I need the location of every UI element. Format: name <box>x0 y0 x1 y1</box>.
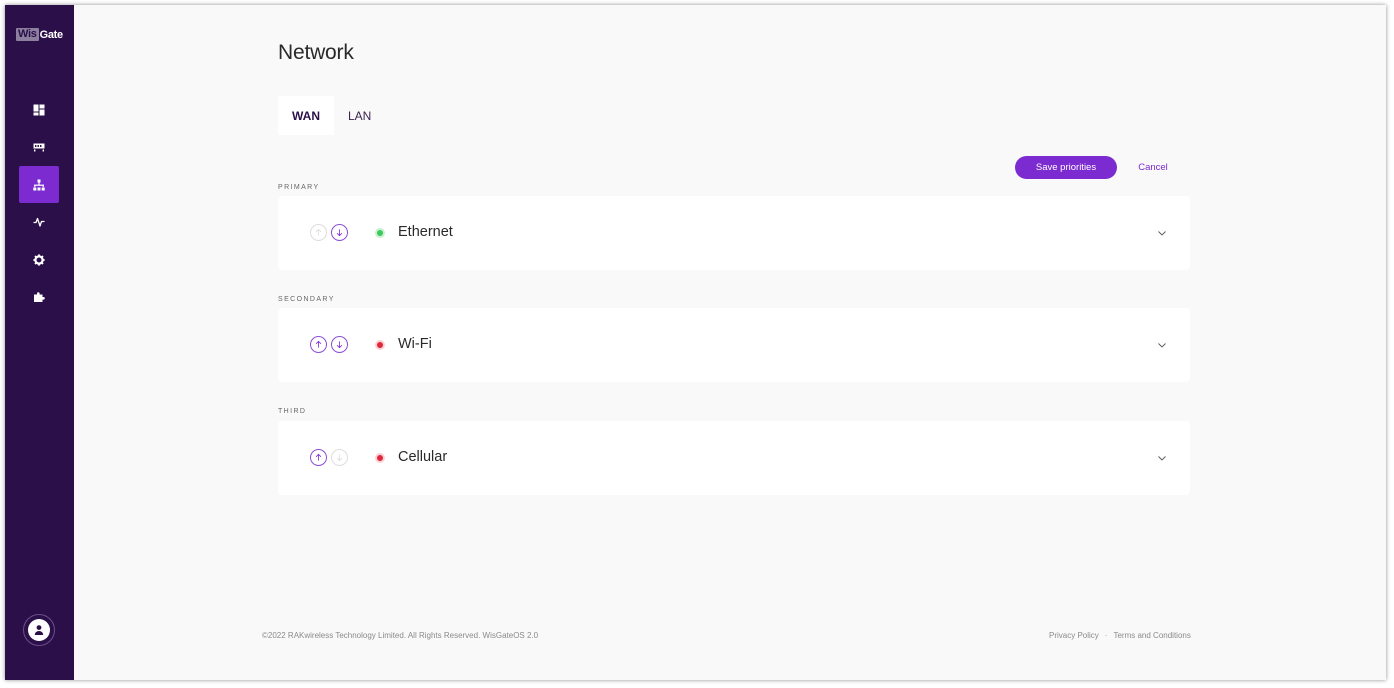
arrow-up-icon <box>315 340 322 348</box>
status-indicator <box>375 340 385 350</box>
footer-links: Privacy Policy · Terms and Conditions <box>1049 631 1191 640</box>
logo-suffix: Gate <box>39 28 64 41</box>
sidebar-item-network[interactable] <box>19 166 59 203</box>
page-title: Network <box>278 41 354 64</box>
sidebar-item-activity[interactable] <box>19 203 59 240</box>
move-up-button[interactable] <box>310 449 327 466</box>
app-window: Wis Gate Network WAN LAN Save priorities… <box>5 5 1386 680</box>
tab-wan[interactable]: WAN <box>278 96 334 135</box>
arrow-down-icon <box>336 454 343 462</box>
move-down-button[interactable] <box>331 224 348 241</box>
interface-name: Wi-Fi <box>398 336 432 352</box>
arrow-down-icon <box>336 341 343 349</box>
priority-controls <box>310 449 348 466</box>
move-up-button[interactable] <box>310 336 327 353</box>
logo-prefix: Wis <box>16 28 39 41</box>
arrow-up-icon <box>315 228 322 236</box>
chevron-down-icon[interactable] <box>1156 227 1168 239</box>
extensions-icon <box>34 291 45 302</box>
chevron-down-icon[interactable] <box>1156 452 1168 464</box>
arrow-up-icon <box>315 453 322 461</box>
section-label-secondary: SECONDARY <box>278 296 335 303</box>
save-priorities-button[interactable]: Save priorities <box>1015 156 1117 179</box>
sidebar-item-gateway[interactable] <box>19 128 59 165</box>
privacy-policy-link[interactable]: Privacy Policy <box>1049 631 1099 640</box>
priority-controls <box>310 224 348 241</box>
network-icon <box>33 179 45 190</box>
profile-button[interactable] <box>23 614 55 646</box>
move-down-button[interactable] <box>331 449 348 466</box>
footer-copyright: ©2022 RAKwireless Technology Limited. Al… <box>262 631 539 640</box>
move-up-button[interactable] <box>310 224 327 241</box>
main-content: Network WAN LAN Save priorities Cancel P… <box>74 5 1386 680</box>
settings-icon <box>33 253 45 266</box>
interface-card-wifi[interactable]: Wi-Fi <box>278 308 1190 382</box>
arrow-down-icon <box>336 229 343 237</box>
tab-bar: WAN LAN <box>278 96 385 135</box>
dashboard-icon <box>33 104 45 115</box>
sidebar-item-extensions[interactable] <box>19 278 59 315</box>
cancel-button[interactable]: Cancel <box>1132 156 1174 179</box>
footer-separator: · <box>1104 631 1108 640</box>
interface-card-cellular[interactable]: Cellular <box>278 421 1190 495</box>
terms-link[interactable]: Terms and Conditions <box>1113 631 1190 640</box>
section-label-third: THIRD <box>278 408 307 415</box>
interface-card-ethernet[interactable]: Ethernet <box>278 196 1190 270</box>
user-icon <box>34 625 44 635</box>
chevron-down-icon[interactable] <box>1156 339 1168 351</box>
logo: Wis Gate <box>16 28 63 41</box>
interface-name: Cellular <box>398 449 448 465</box>
sidebar-item-dashboard[interactable] <box>19 91 59 128</box>
tab-lan[interactable]: LAN <box>334 96 385 135</box>
gateway-icon <box>33 143 45 151</box>
status-indicator <box>375 228 385 238</box>
avatar <box>28 619 50 641</box>
status-indicator <box>375 453 385 463</box>
section-label-primary: PRIMARY <box>278 184 320 191</box>
priority-controls <box>310 336 348 353</box>
sidebar-item-settings[interactable] <box>19 241 59 278</box>
activity-icon <box>33 217 45 227</box>
move-down-button[interactable] <box>331 336 348 353</box>
sidebar: Wis Gate <box>5 5 74 680</box>
interface-name: Ethernet <box>398 224 453 240</box>
